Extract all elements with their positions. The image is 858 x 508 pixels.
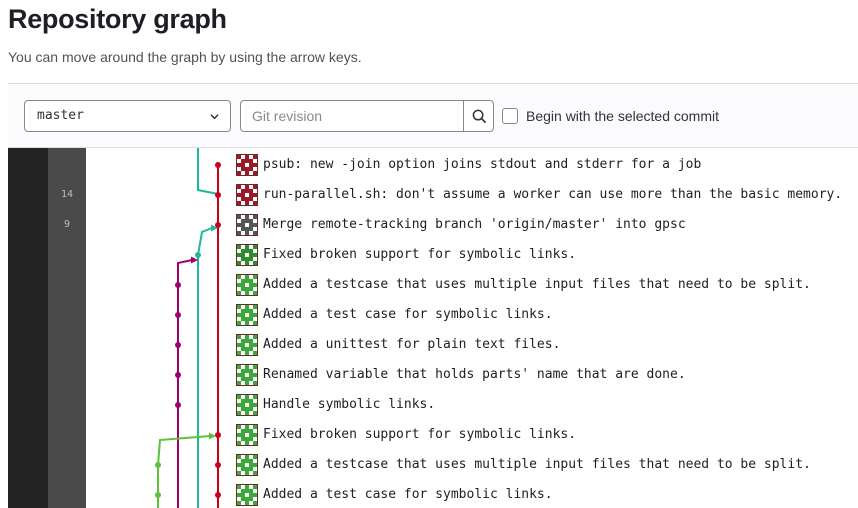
search-button[interactable] [463,100,494,132]
identicon-avatar [236,274,258,296]
commit-message[interactable]: Handle symbolic links. [263,397,435,412]
commit-dot [175,312,181,318]
commit-dot [155,462,161,468]
commit-row[interactable]: Added a unittest for plain text files. [236,330,856,360]
begin-with-commit-label[interactable]: Begin with the selected commit [526,108,719,124]
commit-message[interactable]: Added a testcase that uses multiple inpu… [263,457,811,472]
commit-row[interactable]: psub: new -join option joins stdout and … [236,150,856,180]
identicon-avatar [236,154,258,176]
commit-row[interactable]: Added a testcase that uses multiple inpu… [236,450,856,480]
git-revision-input[interactable] [240,100,464,132]
identicon-avatar [236,244,258,266]
commit-row[interactable]: Handle symbolic links. [236,390,856,420]
commit-dot [215,432,221,438]
commit-message[interactable]: Added a testcase that uses multiple inpu… [263,277,811,292]
merge-line [157,435,211,466]
merge-arrow [209,432,216,440]
identicon-avatar [236,214,258,236]
identicon-avatar [236,184,258,206]
commit-message[interactable]: Added a test case for symbolic links. [263,307,553,322]
commit-row[interactable]: Renamed variable that holds parts' name … [236,360,856,390]
page-description: You can move around the graph by using t… [8,49,362,65]
branch-lane-gpsc [197,148,219,195]
commit-row[interactable]: Fixed broken support for symbolic links. [236,420,856,450]
commit-dot [215,492,221,498]
commit-row[interactable]: Fixed broken support for symbolic links. [236,240,856,270]
commit-message[interactable]: psub: new -join option joins stdout and … [263,157,701,172]
identicon-avatar [236,334,258,356]
commit-dot [195,252,201,258]
merge-line [177,259,193,285]
commit-message[interactable]: Added a test case for symbolic links. [263,487,553,502]
merge-line [197,227,213,256]
identicon-avatar [236,394,258,416]
identicon-avatar [236,304,258,326]
commit-message[interactable]: Added a unittest for plain text files. [263,337,560,352]
commit-dot [215,222,221,228]
branch-select[interactable]: master [24,100,231,132]
branch-select-value: master [37,108,84,123]
identicon-avatar [236,454,258,476]
commit-message[interactable]: Fixed broken support for symbolic links. [263,427,576,442]
page-title: Repository graph [8,4,227,34]
commit-dot [175,342,181,348]
begin-with-commit-checkbox[interactable] [502,108,518,124]
identicon-avatar [236,484,258,506]
commit-dot [175,402,181,408]
commit-dot [155,492,161,498]
commit-row[interactable]: Merge remote-tracking branch 'origin/mas… [236,210,856,240]
commit-message[interactable]: run-parallel.sh: don't assume a worker c… [263,187,842,202]
commit-message[interactable]: Renamed variable that holds parts' name … [263,367,686,382]
commit-message[interactable]: Merge remote-tracking branch 'origin/mas… [263,217,686,232]
search-icon [472,109,487,124]
commit-dot [175,282,181,288]
commit-row[interactable]: Added a test case for symbolic links. [236,480,856,508]
identicon-avatar [236,364,258,386]
identicon-avatar [236,424,258,446]
commit-dot [215,462,221,468]
commit-row[interactable]: run-parallel.sh: don't assume a worker c… [236,180,856,210]
repository-graph[interactable]: 14 9 psub: new -join option joins stdout… [8,148,858,508]
chevron-down-icon [210,114,219,120]
commit-message[interactable]: Fixed broken support for symbolic links. [263,247,576,262]
graph-controls: master Begin with the selected commit [8,83,858,148]
commit-row[interactable]: Added a test case for symbolic links. [236,300,856,330]
commit-dot [175,372,181,378]
commit-dot [215,162,221,168]
commit-row[interactable]: Added a testcase that uses multiple inpu… [236,270,856,300]
commit-dot [215,192,221,198]
